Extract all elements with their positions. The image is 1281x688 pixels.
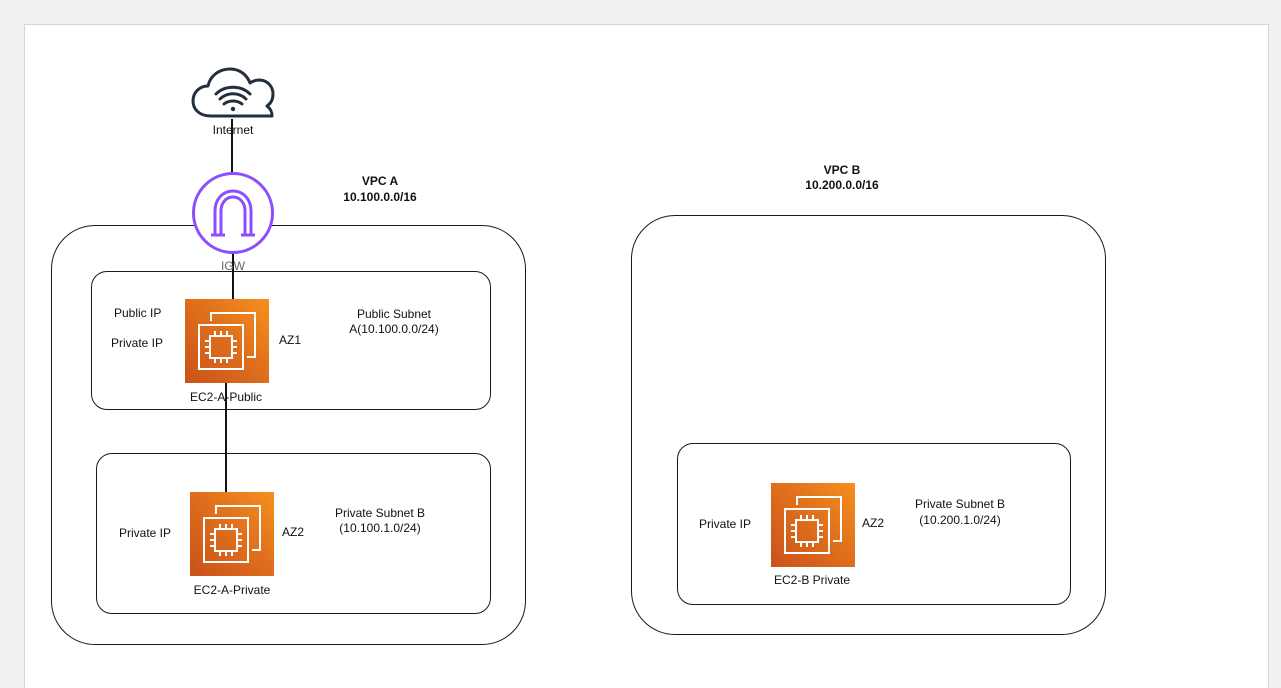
ec2-chip-icon <box>784 496 842 554</box>
internet-gateway-icon[interactable] <box>191 171 275 255</box>
vpc-a-title: VPC A <box>361 174 399 188</box>
internet-cloud-icon <box>191 67 275 118</box>
internet-label: Internet <box>212 123 254 137</box>
vpc-b-cidr: 10.200.0.0/16 <box>805 178 879 192</box>
ec2-b-private-label: EC2-B Private <box>773 573 851 587</box>
ec2-a-public-instance[interactable] <box>185 299 269 383</box>
vpc-a-cidr: 10.100.0.0/16 <box>343 190 417 204</box>
private-ip-label: Private IP <box>699 517 752 531</box>
private-subnet-b-cidr: (10.100.1.0/24) <box>339 521 421 535</box>
ec2-b-private-instance[interactable] <box>771 483 855 567</box>
ec2-a-private-instance[interactable] <box>190 492 274 576</box>
az2-label: AZ2 <box>282 525 305 539</box>
az1-label: AZ1 <box>279 333 302 347</box>
az2-label: AZ2 <box>862 516 885 530</box>
private-ip-label: Private IP <box>119 526 172 540</box>
private-ip-label: Private IP <box>111 336 164 350</box>
public-ip-label: Public IP <box>114 306 162 320</box>
ec2-chip-icon <box>198 312 256 370</box>
vpc-b-title: VPC B <box>823 163 861 177</box>
vpc-b-subnet-cidr: (10.200.1.0/24) <box>919 513 1001 527</box>
vpc-b-subnet-title: Private Subnet B <box>914 497 1006 511</box>
ec2-a-private-label: EC2-A-Private <box>193 583 271 597</box>
ec2-chip-icon <box>203 505 261 563</box>
ec2-public-ec2-private-connector <box>225 383 227 492</box>
public-subnet-cidr: A(10.100.0.0/24) <box>349 322 439 336</box>
public-subnet-title: Public Subnet <box>356 307 432 321</box>
igw-label: IGW <box>221 259 245 273</box>
private-subnet-b-title: Private Subnet B <box>334 506 426 520</box>
